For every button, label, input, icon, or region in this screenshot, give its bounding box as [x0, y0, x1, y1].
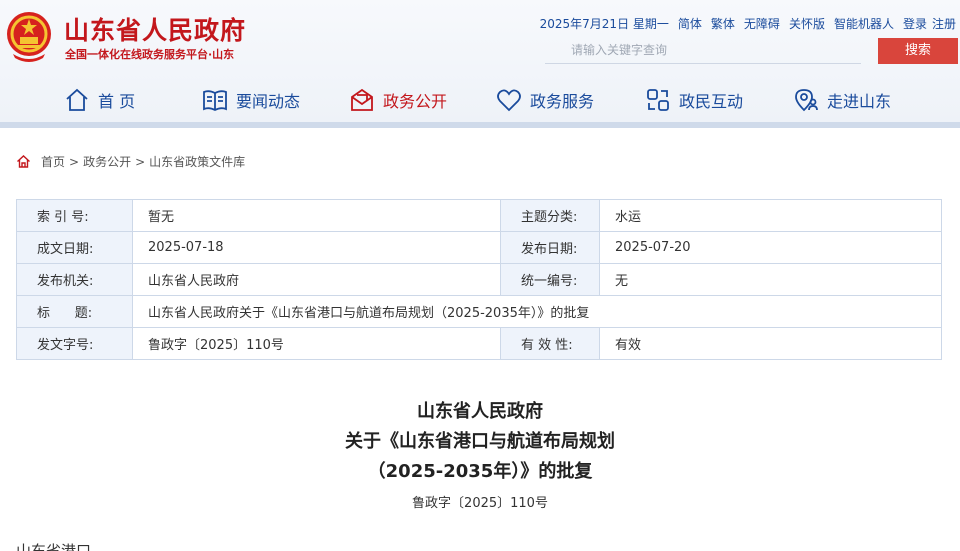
doc-number-label: 发文字号: — [16, 327, 133, 360]
validity-value: 有效 — [599, 327, 942, 360]
link-care-version[interactable]: 关怀版 — [789, 15, 825, 32]
home-icon — [66, 88, 88, 111]
issuer-label: 发布机关: — [16, 263, 133, 296]
publish-date-label: 发布日期: — [500, 231, 600, 264]
validity-label: 有 效 性: — [500, 327, 600, 360]
issuer-value: 山东省人民政府 — [132, 263, 501, 296]
written-date-value: 2025-07-18 — [132, 231, 501, 264]
breadcrumb-policy-library[interactable]: 山东省政策文件库 — [149, 153, 245, 170]
search-box — [545, 39, 861, 64]
breadcrumb-separator: > — [135, 154, 146, 169]
title-value: 山东省人民政府关于《山东省港口与航道布局规划（2025-2035年）》的批复 — [132, 295, 942, 328]
link-register[interactable]: 注册 — [932, 15, 956, 32]
breadcrumb: 首页 > 政务公开 > 山东省政策文件库 — [16, 153, 245, 170]
document-title: 山东省人民政府 关于《山东省港口与航道布局规划 （2025-2035年）》的批复 — [0, 397, 960, 487]
link-simplified[interactable]: 简体 — [678, 15, 702, 32]
nav-interaction[interactable]: 政民互动 — [645, 78, 743, 122]
document-title-line: （2025-2035年）》的批复 — [367, 461, 593, 482]
nav-label: 政民互动 — [679, 92, 744, 111]
top-links: 2025年7月21日 星期一 简体 繁体 无障碍 关怀版 智能机器人 登录 注册 — [540, 15, 956, 32]
book-icon — [203, 90, 227, 112]
current-date: 2025年7月21日 星期一 — [539, 17, 669, 31]
index-value: 暂无 — [132, 199, 501, 232]
document-body-start: 山东省港口 — [16, 543, 156, 551]
table-row: 索 引 号: 暂无 主题分类: 水运 — [16, 199, 942, 232]
written-date-label: 成文日期: — [16, 231, 133, 264]
interaction-icon — [647, 89, 669, 111]
topic-label: 主题分类: — [500, 199, 600, 232]
publish-date-value: 2025-07-20 — [599, 231, 942, 264]
document-title-line: 关于《山东省港口与航道布局规划 — [345, 431, 615, 452]
nav-news[interactable]: 要闻动态 — [202, 78, 300, 122]
nav-label: 政务公开 — [383, 92, 448, 111]
doc-number-value: 鲁政字〔2025〕110号 — [132, 327, 501, 360]
link-login[interactable]: 登录 — [903, 15, 927, 32]
site-subtitle: 全国一体化在线政务服务平台·山东 — [65, 48, 235, 61]
nav-government-services[interactable]: 政务服务 — [496, 78, 594, 122]
topic-value: 水运 — [599, 199, 942, 232]
link-accessibility[interactable]: 无障碍 — [744, 15, 780, 32]
table-row: 标 题: 山东省人民政府关于《山东省港口与航道布局规划（2025-2035年）》… — [16, 295, 942, 328]
breadcrumb-open-government[interactable]: 政务公开 — [83, 153, 131, 170]
link-traditional[interactable]: 繁体 — [711, 15, 735, 32]
main-nav: 首 页 要闻动态 政务公开 政务服务 政民互动 走进山东 — [0, 78, 960, 122]
serial-label: 统一编号: — [500, 263, 600, 296]
site-header: 山东省人民政府 全国一体化在线政务服务平台·山东 2025年7月21日 星期一 … — [0, 0, 960, 125]
nav-label: 要闻动态 — [236, 92, 301, 111]
nav-about-shandong[interactable]: 走进山东 — [793, 78, 891, 122]
serial-value: 无 — [599, 263, 942, 296]
nav-home[interactable]: 首 页 — [64, 78, 135, 122]
nav-divider — [0, 122, 960, 128]
table-row: 发文字号: 鲁政字〔2025〕110号 有 效 性: 有效 — [16, 327, 942, 360]
document-number: 鲁政字〔2025〕110号 — [412, 496, 548, 511]
nav-open-government[interactable]: 政务公开 — [349, 78, 447, 122]
title-label: 标 题: — [16, 295, 133, 328]
link-chatbot[interactable]: 智能机器人 — [834, 15, 894, 32]
document-info-table: 索 引 号: 暂无 主题分类: 水运 成文日期: 2025-07-18 发布日期… — [16, 199, 942, 360]
heart-icon — [497, 89, 521, 112]
nav-label: 政务服务 — [530, 92, 595, 111]
location-person-icon — [795, 89, 818, 112]
national-emblem-icon — [7, 12, 51, 62]
table-row: 发布机关: 山东省人民政府 统一编号: 无 — [16, 263, 942, 296]
search-button[interactable]: 搜索 — [878, 38, 958, 64]
home-icon — [17, 155, 30, 168]
document-title-line: 山东省人民政府 — [417, 401, 543, 422]
breadcrumb-home[interactable]: 首页 — [41, 153, 65, 170]
mail-open-icon — [351, 88, 373, 111]
table-row: 成文日期: 2025-07-18 发布日期: 2025-07-20 — [16, 231, 942, 264]
index-label: 索 引 号: — [16, 199, 133, 232]
nav-label: 首 页 — [98, 92, 136, 111]
search-input[interactable] — [545, 39, 861, 61]
site-title[interactable]: 山东省人民政府 — [64, 11, 246, 47]
nav-label: 走进山东 — [827, 92, 892, 111]
breadcrumb-separator: > — [69, 154, 80, 169]
